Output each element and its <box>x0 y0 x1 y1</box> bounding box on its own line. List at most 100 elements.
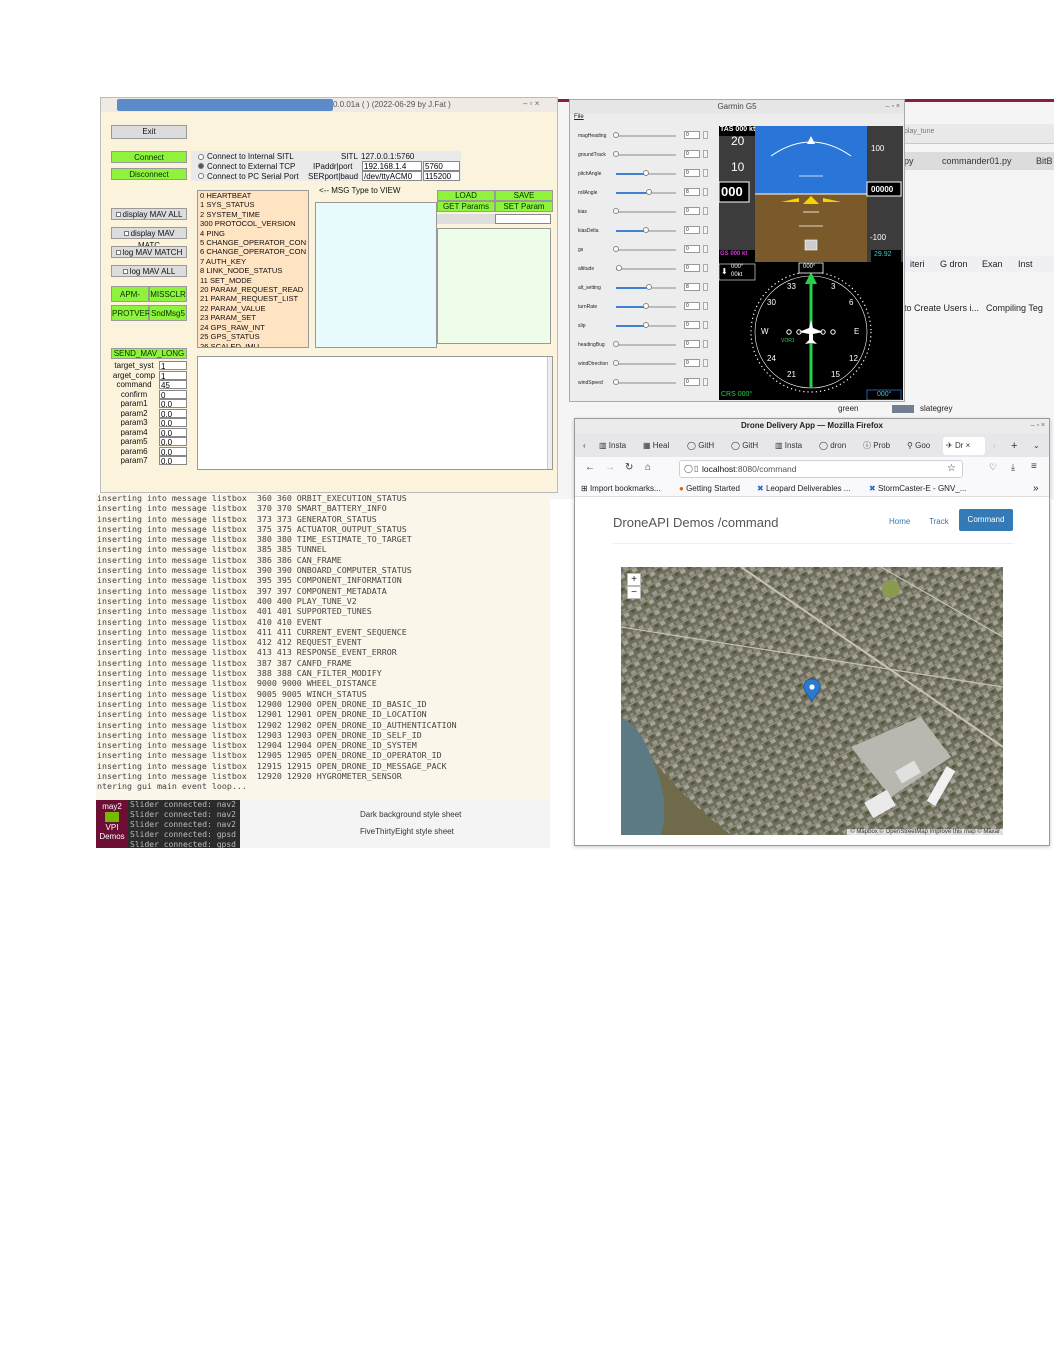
slider-track[interactable] <box>613 246 676 252</box>
spinner-icon[interactable] <box>703 264 708 272</box>
slider-value-field[interactable]: 0 <box>684 169 700 177</box>
slider-handle[interactable] <box>613 246 619 252</box>
satellite-map[interactable]: + − © Mapbox © OpenStreetMap Improve thi… <box>621 567 1003 835</box>
ip-address-field[interactable]: 192.168.1.4 <box>362 161 422 171</box>
serial-port-field[interactable]: /dev/ttyACM0 <box>362 171 422 181</box>
slider-value-field[interactable]: 0 <box>684 264 700 272</box>
get-params-button[interactable]: GET Params <box>437 201 495 212</box>
menu-file[interactable]: File <box>574 114 584 120</box>
slider-track[interactable] <box>613 208 676 214</box>
tab-scroll-right-icon[interactable]: › <box>993 437 1003 455</box>
save-params-button[interactable]: SAVE PARAMS <box>495 190 553 210</box>
bookmark[interactable]: G dron <box>940 259 968 269</box>
reload-icon[interactable]: ↻ <box>625 462 633 473</box>
slider-handle[interactable] <box>643 170 649 176</box>
field-input[interactable]: 0.0 <box>159 399 187 408</box>
window-controls-icon[interactable]: – ▫ × <box>523 99 539 108</box>
slider-value-field[interactable]: 0 <box>684 131 700 139</box>
message-type-item[interactable]: 1 SYS_STATUS <box>200 200 308 209</box>
slider-handle[interactable] <box>613 341 619 347</box>
zoom-in-button[interactable]: + <box>627 573 641 586</box>
display-mav-match-toggle[interactable]: display MAV MATC <box>111 227 187 250</box>
bookmark[interactable]: to Create Users i... <box>904 303 979 313</box>
slider-track[interactable] <box>613 132 676 138</box>
slider-value-field[interactable]: 0 <box>684 245 700 253</box>
bookmark-import[interactable]: ⊞ Import bookmarks... <box>581 481 661 497</box>
pocket-icon[interactable]: ♡ <box>989 462 997 473</box>
window-controls-icon[interactable]: – ▫ × <box>1031 419 1045 433</box>
field-input[interactable]: 1 <box>159 361 187 370</box>
message-view-box[interactable] <box>315 202 437 348</box>
message-type-item[interactable]: 2 SYSTEM_TIME <box>200 210 308 219</box>
bookmark-star-icon[interactable]: ☆ <box>947 461 956 477</box>
field-input[interactable]: 0.0 <box>159 456 187 465</box>
slider-track[interactable] <box>613 151 676 157</box>
slider-handle[interactable] <box>613 360 619 366</box>
bookmark-stormcaster[interactable]: ✖ StormCaster-E - GNV_... <box>869 481 966 497</box>
browser-tab[interactable]: ◯ dron <box>819 437 859 455</box>
download-icon[interactable]: ⤓ <box>1011 462 1015 473</box>
spinner-icon[interactable] <box>703 131 708 139</box>
message-type-item[interactable]: 24 GPS_RAW_INT <box>200 323 308 332</box>
scrollbar[interactable] <box>547 357 552 469</box>
editor-tab[interactable]: BitB <box>1036 156 1053 166</box>
editor-tab[interactable]: py <box>904 156 914 166</box>
slider-track[interactable] <box>616 284 676 290</box>
slider-track[interactable] <box>616 170 676 176</box>
message-type-item[interactable]: 11 SET_MODE <box>200 276 308 285</box>
spinner-icon[interactable] <box>703 340 708 348</box>
spinner-icon[interactable] <box>703 188 708 196</box>
bookmark-getting-started[interactable]: ● Getting Started <box>679 481 740 497</box>
slider-value-field[interactable]: 0 <box>684 378 700 386</box>
send-mav-long-button[interactable]: SEND_MAV_LONG <box>111 348 187 359</box>
page-brand[interactable]: DroneAPI Demos /command <box>613 515 778 530</box>
protver-button[interactable]: PROTVER <box>111 305 151 321</box>
port-field[interactable]: 5760 <box>423 161 460 171</box>
load-params-button[interactable]: LOAD PARAMS <box>437 190 495 210</box>
field-input[interactable]: 0.0 <box>159 408 187 418</box>
param-list-box[interactable] <box>437 228 551 344</box>
browser-tab[interactable]: ▥ Insta <box>599 437 639 455</box>
menu-icon[interactable]: ≡ <box>1031 461 1037 472</box>
slider-track[interactable] <box>613 379 676 385</box>
dock-item-vpi-demos[interactable]: may2 VPI Demos <box>96 800 128 848</box>
slider-value-field[interactable]: 0 <box>684 321 700 329</box>
message-type-item[interactable]: 4 PING <box>200 229 308 238</box>
param-value-field[interactable] <box>495 214 551 224</box>
connect-button[interactable]: Connect <box>111 151 187 163</box>
slider-track[interactable] <box>616 303 676 309</box>
browser-tab[interactable]: ▦ Heal <box>643 437 683 455</box>
slider-track[interactable] <box>616 265 676 271</box>
log-mav-all-toggle[interactable]: log MAV ALL <box>111 265 187 277</box>
set-param-button[interactable]: SET Param <box>495 201 553 212</box>
apm-ver-button[interactable]: APM-VER <box>111 286 149 315</box>
field-input[interactable]: 1 <box>159 370 187 380</box>
editor-tab[interactable]: commander01.py <box>942 156 1012 166</box>
radio-internal-sitl[interactable] <box>198 154 204 160</box>
exit-button[interactable]: Exit <box>111 125 187 139</box>
firefox-titlebar[interactable]: Drone Delivery App — Mozilla Firefox – ▫… <box>575 419 1049 433</box>
nav-track-link[interactable]: Track <box>929 517 949 526</box>
zoom-out-button[interactable]: − <box>627 586 641 599</box>
message-type-item[interactable]: 0 HEARTBEAT <box>200 191 308 200</box>
slider-handle[interactable] <box>643 227 649 233</box>
message-type-item[interactable]: 300 PROTOCOL_VERSION <box>200 219 308 228</box>
message-type-item[interactable]: 5 CHANGE_OPERATOR_CON <box>200 238 308 247</box>
spinner-icon[interactable] <box>703 150 708 158</box>
slider-value-field[interactable]: 8 <box>684 283 700 291</box>
map-attribution[interactable]: © Mapbox © OpenStreetMap Improve this ma… <box>847 829 1003 835</box>
field-input[interactable]: 45 <box>159 380 187 389</box>
browser-tab[interactable]: ⚲ Goo <box>907 437 943 455</box>
slider-handle[interactable] <box>616 265 622 271</box>
bookmark[interactable]: Inst <box>1018 259 1033 269</box>
message-type-list[interactable]: 0 HEARTBEAT 1 SYS_STATUS 2 SYSTEM_TIME 300 … <box>197 190 309 348</box>
new-tab-icon[interactable]: + <box>1011 437 1023 455</box>
slider-value-field[interactable]: 0 <box>684 207 700 215</box>
slider-handle[interactable] <box>646 189 652 195</box>
message-type-item[interactable]: 7 AUTH_KEY <box>200 257 308 266</box>
bookmark[interactable]: iteri <box>910 259 925 269</box>
slider-track[interactable] <box>616 227 676 233</box>
message-type-item[interactable]: 8 LINK_NODE_STATUS <box>200 266 308 275</box>
radio-serial-port[interactable] <box>198 173 204 179</box>
slider-track[interactable] <box>613 360 676 366</box>
